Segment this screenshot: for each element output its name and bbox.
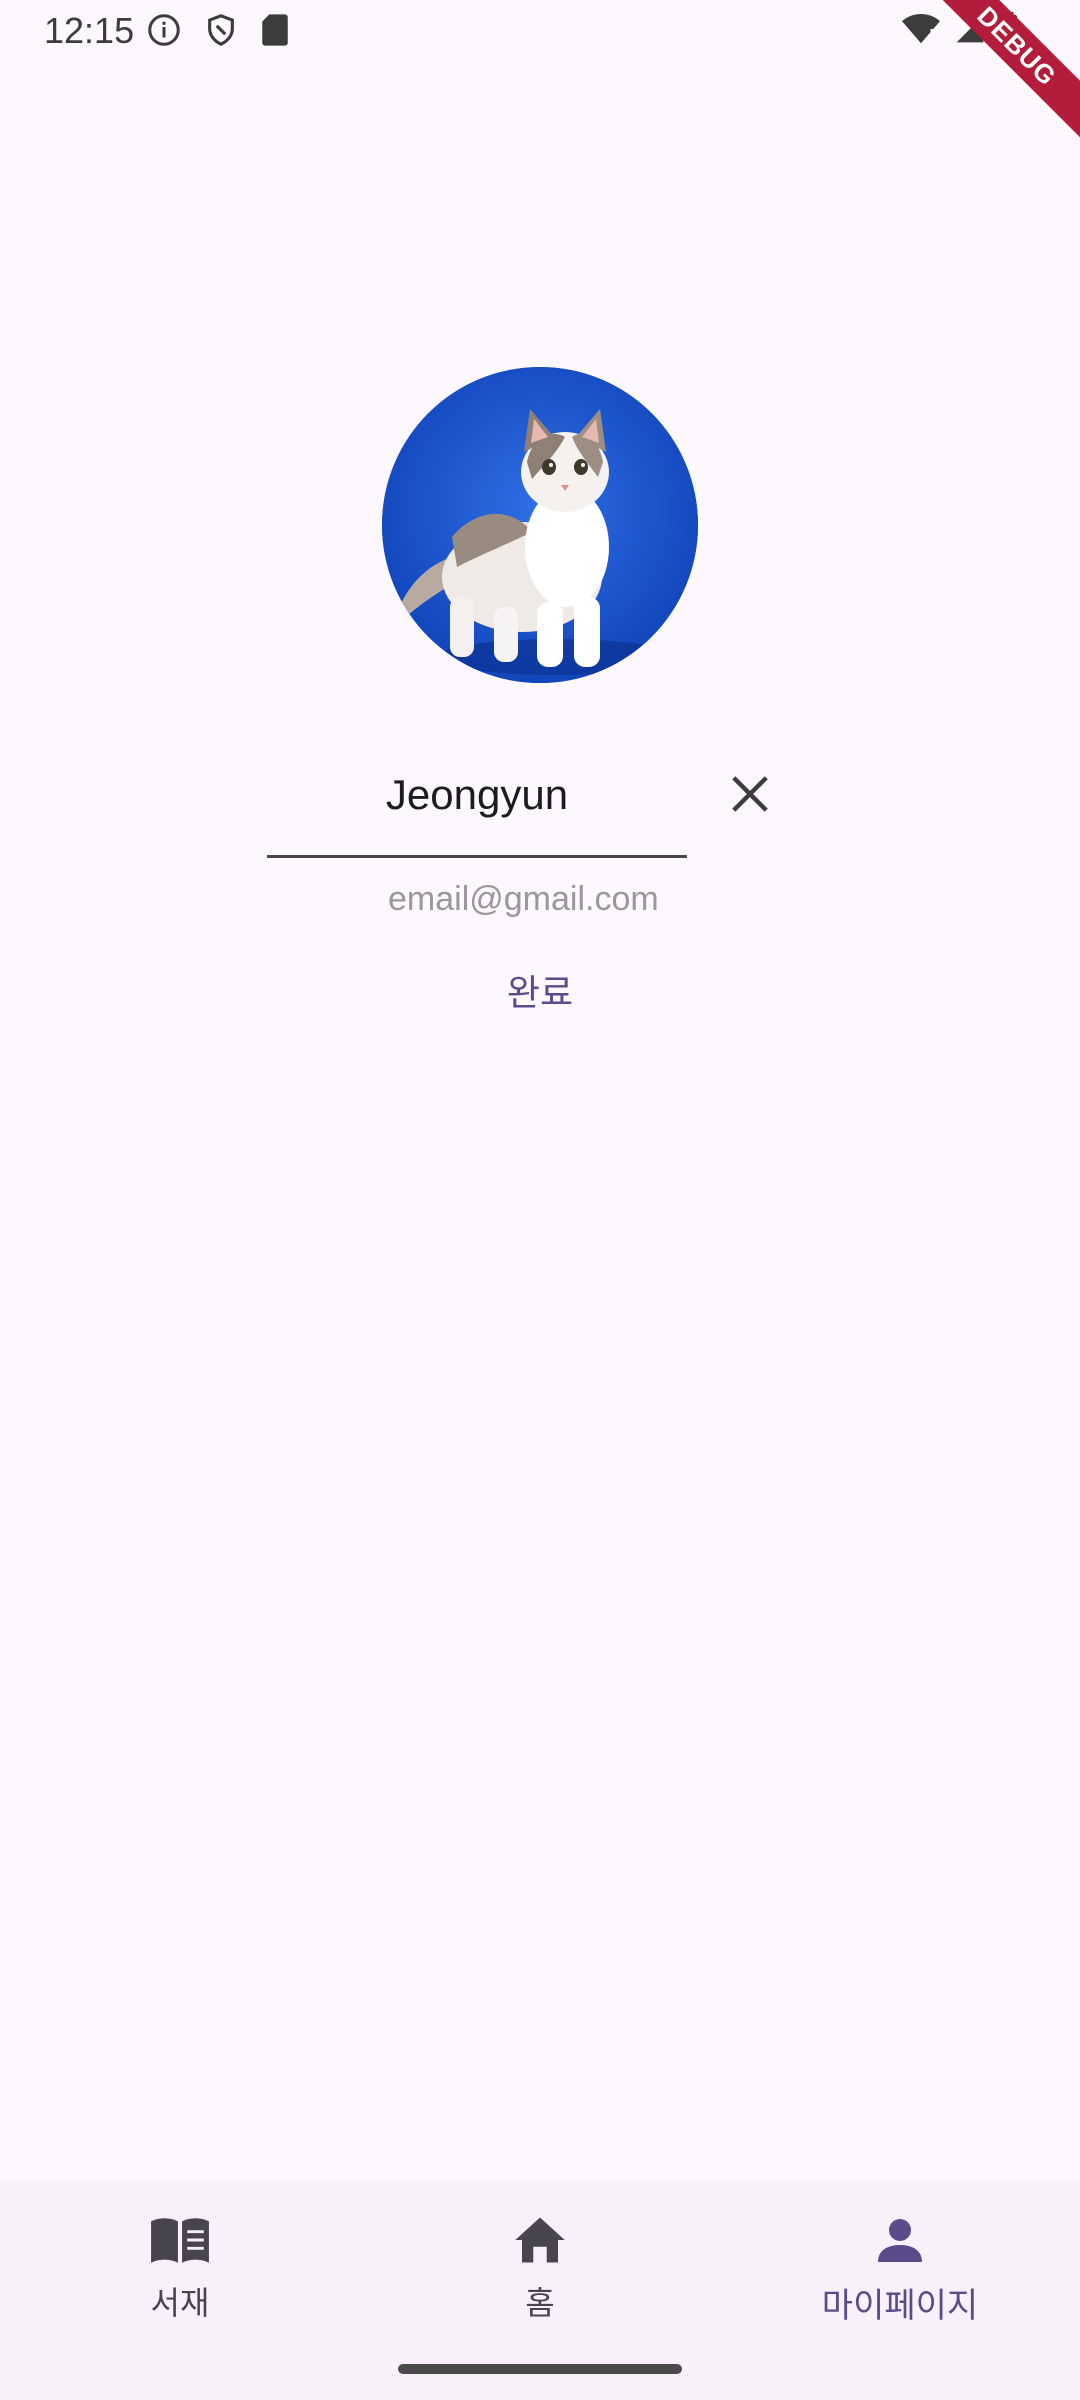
nav-label-mypage: 마이페이지: [821, 2286, 979, 2326]
nav-item-home[interactable]: 홈: [360, 2208, 720, 2338]
nav-label-home: 홈: [525, 2284, 555, 2322]
status-icons-left: [146, 12, 290, 52]
status-bar: 12:15: [0, 0, 1080, 64]
home-indicator[interactable]: [398, 2364, 682, 2374]
sd-card-icon: [260, 13, 290, 51]
name-field-underline: [267, 855, 687, 858]
name-input[interactable]: [267, 754, 687, 836]
clear-button[interactable]: [720, 764, 780, 824]
home-icon: [508, 2208, 572, 2272]
nav-item-library[interactable]: 서재: [0, 2208, 360, 2338]
email-text: email@gmail.com: [388, 880, 659, 918]
nav-item-mypage[interactable]: 마이페이지: [720, 2208, 1080, 2338]
wifi-icon: [902, 13, 940, 49]
book-icon: [148, 2208, 212, 2272]
info-icon: [146, 12, 182, 52]
shield-icon: [204, 12, 238, 52]
nav-label-library: 서재: [150, 2284, 210, 2322]
person-icon: [868, 2208, 932, 2272]
profile-avatar[interactable]: [382, 367, 698, 683]
close-icon: [732, 776, 768, 812]
my-page-screen: 12:15 DEBUG Jeongyun email@gmail.com 완료 …: [0, 0, 1080, 2400]
done-button[interactable]: 완료: [470, 964, 610, 1024]
name-field[interactable]: [267, 754, 687, 860]
kitten-photo: [382, 367, 698, 683]
status-time: 12:15: [44, 10, 135, 51]
